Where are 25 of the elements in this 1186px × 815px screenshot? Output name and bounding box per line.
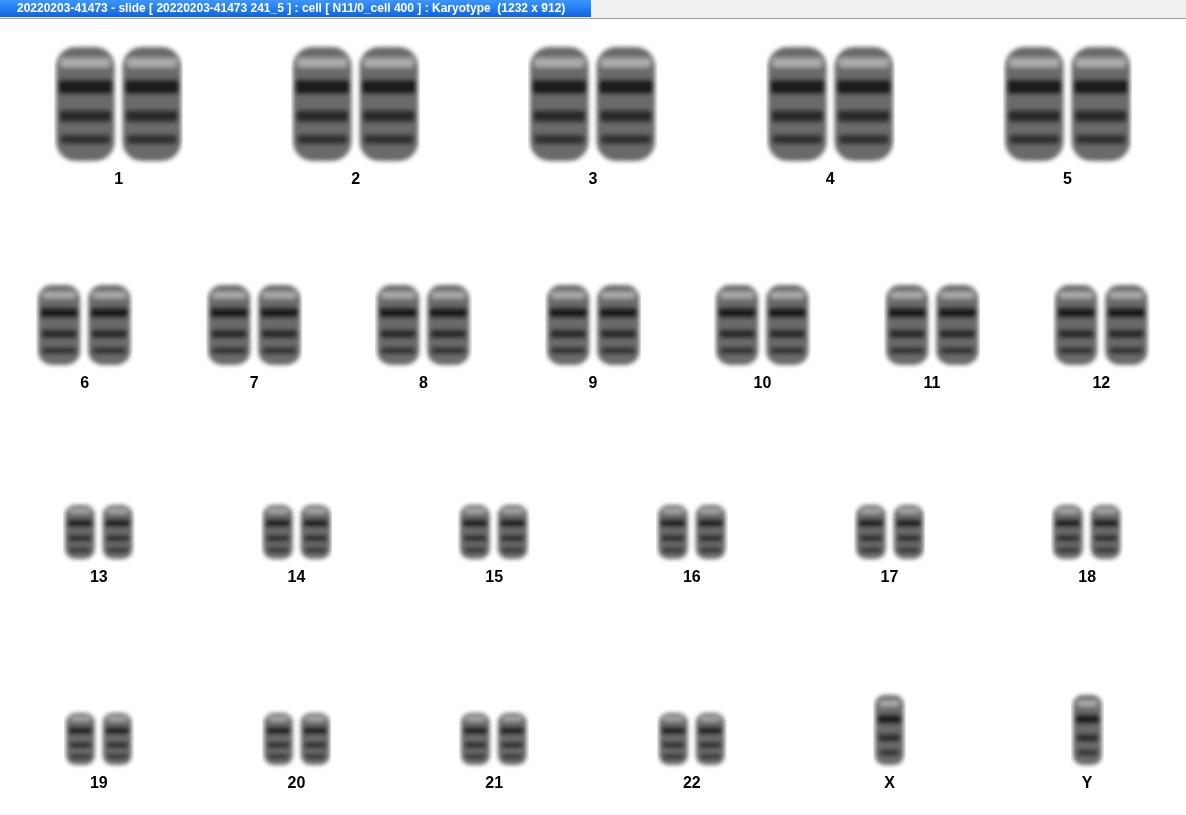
- chromosome-label: 19: [89, 773, 108, 793]
- chromosome-label: 21: [485, 773, 504, 793]
- window-title: 20220203-41473 - slide [ 20220203-41473 241_5 ] : cell [ N11/0_cell 400 ] : Karyotype (1232 x 912): [0, 0, 591, 17]
- chromosome-label: 12: [1092, 373, 1111, 393]
- chromosome-label: 20: [287, 773, 306, 793]
- chromosome-label: 15: [485, 567, 504, 587]
- chromosome-label: 17: [880, 567, 899, 587]
- chromosome-label: 10: [753, 373, 772, 393]
- chromosome-label: 7: [249, 373, 259, 393]
- chromosome-label: 8: [419, 373, 428, 393]
- chromosome-label: Y: [1081, 773, 1093, 793]
- chromosome-label: 16: [682, 567, 701, 587]
- chromosome-label: 13: [89, 567, 108, 587]
- chromosome-label: 1: [114, 169, 124, 189]
- chromosome-label: 22: [682, 773, 701, 793]
- chromosome-label: 2: [351, 169, 361, 189]
- chromosome-label: 3: [588, 169, 598, 189]
- chromosome-label: 6: [80, 373, 90, 393]
- chromosome-label: 11: [923, 373, 941, 393]
- chromosome-label: 5: [1062, 169, 1072, 189]
- chromosome-label: 14: [287, 567, 306, 587]
- chromosome-label: X: [884, 773, 895, 793]
- chromosome-label: 4: [825, 169, 835, 189]
- chromosome-label: 9: [588, 373, 598, 393]
- chromosome-label: 18: [1078, 567, 1097, 587]
